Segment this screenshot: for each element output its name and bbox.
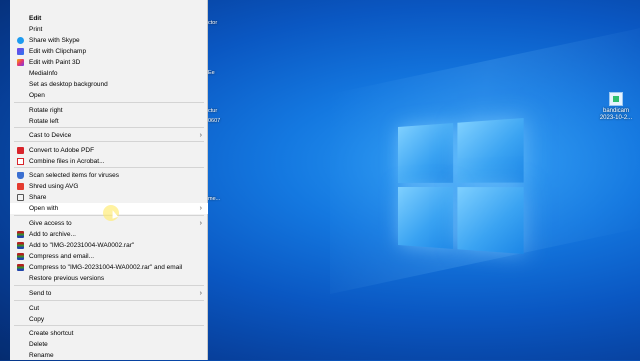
- menu-item-label: Give access to: [29, 220, 72, 227]
- menu-item-label: Compress to "IMG-20231004-WA0002.rar" an…: [29, 264, 183, 271]
- menu-item-label: Copy: [29, 316, 45, 323]
- menu-item-shred-using-avg[interactable]: Shred using AVG: [10, 181, 208, 192]
- logo-pane: [398, 187, 454, 249]
- skype-icon: [17, 37, 24, 44]
- desktop-icon-date: 2023-10-2...: [599, 115, 633, 121]
- menu-item-label: Create shortcut: [29, 330, 74, 337]
- menu-item-share[interactable]: Share: [10, 192, 208, 203]
- menu-item-label: Open: [29, 92, 45, 99]
- menu-item-label: Rotate right: [29, 107, 63, 114]
- partial-desktop-icon-label[interactable]: 0607: [208, 118, 226, 124]
- menu-item-label: Set as desktop background: [29, 81, 108, 88]
- menu-item-edit-with-clipchamp[interactable]: Edit with Clipchamp: [10, 46, 208, 57]
- menu-item-label: Compress and email...: [29, 253, 95, 260]
- context-menu: Edit Print Share with Skype Edit with Clipc…: [10, 0, 208, 360]
- logo-pane: [457, 118, 524, 183]
- antivirus-scan-icon: [17, 172, 24, 179]
- menu-item-add-to-archive[interactable]: Add to archive...: [10, 229, 208, 240]
- menu-item-mediainfo[interactable]: MediaInfo: [10, 68, 208, 79]
- menu-item-label: Add to archive...: [29, 231, 76, 238]
- menu-item-edit[interactable]: Edit: [10, 13, 208, 24]
- menu-separator: [14, 141, 204, 142]
- menu-item-create-shortcut[interactable]: Create shortcut: [10, 328, 208, 339]
- menu-item-label: Edit: [29, 15, 42, 22]
- acrobat-combine-icon: [17, 158, 24, 165]
- menu-item-rotate-right[interactable]: Rotate right: [10, 105, 208, 116]
- menu-item-label: Cast to Device: [29, 132, 72, 139]
- menu-item-label: Send to: [29, 290, 52, 297]
- menu-item-label: Open with: [29, 205, 59, 212]
- menu-item-label: Scan selected items for viruses: [29, 172, 119, 179]
- menu-item-set-as-desktop-background[interactable]: Set as desktop background: [10, 79, 208, 90]
- winrar-icon: [17, 231, 24, 238]
- menu-item-compress-and-email[interactable]: Compress and email...: [10, 251, 208, 262]
- menu-item-add-to-img-20231004-wa0002-rar[interactable]: Add to "IMG-20231004-WA0002.rar": [10, 240, 208, 251]
- menu-item-rename[interactable]: Rename: [10, 350, 208, 361]
- menu-item-label: Rotate left: [29, 118, 59, 125]
- menu-separator: [14, 300, 204, 301]
- partial-desktop-icon-label[interactable]: Ee: [208, 70, 226, 76]
- menu-item-share-with-skype[interactable]: Share with Skype: [10, 35, 208, 46]
- menu-item-label: Combine files in Acrobat...: [29, 158, 105, 165]
- menu-item-delete[interactable]: Delete: [10, 339, 208, 350]
- menu-item-combine-files-in-acrobat[interactable]: Combine files in Acrobat...: [10, 156, 208, 167]
- menu-separator: [14, 102, 204, 103]
- logo-pane: [457, 187, 524, 254]
- menu-item-rotate-left[interactable]: Rotate left: [10, 116, 208, 127]
- menu-item-label: Delete: [29, 341, 48, 348]
- menu-item-label: Print: [29, 26, 43, 33]
- desktop-icon-name: bandicam: [602, 108, 629, 114]
- clipchamp-icon: [17, 48, 24, 55]
- menu-item-print[interactable]: Print: [10, 24, 208, 35]
- menu-item-edit-with-paint-3d[interactable]: Edit with Paint 3D: [10, 57, 208, 68]
- share-icon: [17, 194, 24, 201]
- menu-item-label: Rename: [29, 352, 54, 359]
- paint3d-icon: [17, 59, 24, 66]
- partial-desktop-icon-label[interactable]: ctur: [208, 108, 226, 114]
- menu-item-copy[interactable]: Copy: [10, 314, 208, 325]
- menu-item-label: Share: [29, 194, 47, 201]
- menu-separator: [14, 127, 204, 128]
- adobe-pdf-icon: [17, 147, 24, 154]
- menu-item-label: MediaInfo: [29, 70, 58, 77]
- menu-item-open[interactable]: Open: [10, 90, 208, 101]
- windows-logo-wallpaper: [398, 118, 524, 254]
- logo-pane: [398, 123, 454, 183]
- menu-separator: [14, 167, 204, 168]
- menu-item-label: Shred using AVG: [29, 183, 79, 190]
- winrar-icon: [17, 264, 24, 271]
- menu-item-compress-to-img-20231004-wa0002-rar-and-email[interactable]: Compress to "IMG-20231004-WA0002.rar" an…: [10, 262, 208, 273]
- chevron-right-icon: ›: [199, 290, 202, 297]
- menu-item-convert-to-adobe-pdf[interactable]: Convert to Adobe PDF: [10, 145, 208, 156]
- menu-item-cut[interactable]: Cut: [10, 303, 208, 314]
- menu-separator: [14, 285, 204, 286]
- chevron-right-icon: ›: [199, 132, 202, 139]
- avg-shred-icon: [17, 183, 24, 190]
- menu-item-label: Cut: [29, 305, 40, 312]
- partial-desktop-icon-label[interactable]: me...: [208, 196, 226, 202]
- winrar-icon: [17, 253, 24, 260]
- menu-item-label: Edit with Paint 3D: [29, 59, 81, 66]
- menu-item-label: Restore previous versions: [29, 275, 105, 282]
- bandicam-file-icon: [609, 92, 623, 106]
- menu-item-label: Edit with Clipchamp: [29, 48, 87, 55]
- desktop-icon-bandicam[interactable]: bandicam 2023-10-2...: [598, 92, 634, 122]
- partial-desktop-icon-label[interactable]: ctor: [208, 20, 226, 26]
- menu-item-cast-to-device[interactable]: Cast to Device ›: [10, 130, 208, 141]
- menu-item-send-to[interactable]: Send to ›: [10, 288, 208, 299]
- chevron-right-icon: ›: [199, 220, 202, 227]
- menu-item-label: Share with Skype: [29, 37, 80, 44]
- winrar-icon: [17, 242, 24, 249]
- menu-item-label: Add to "IMG-20231004-WA0002.rar": [29, 242, 135, 249]
- menu-item-scan-selected-items-for-viruses[interactable]: Scan selected items for viruses: [10, 170, 208, 181]
- menu-separator: [14, 325, 204, 326]
- menu-item-label: Convert to Adobe PDF: [29, 147, 95, 154]
- chevron-right-icon: ›: [199, 205, 202, 212]
- menu-item-restore-previous-versions[interactable]: Restore previous versions: [10, 273, 208, 284]
